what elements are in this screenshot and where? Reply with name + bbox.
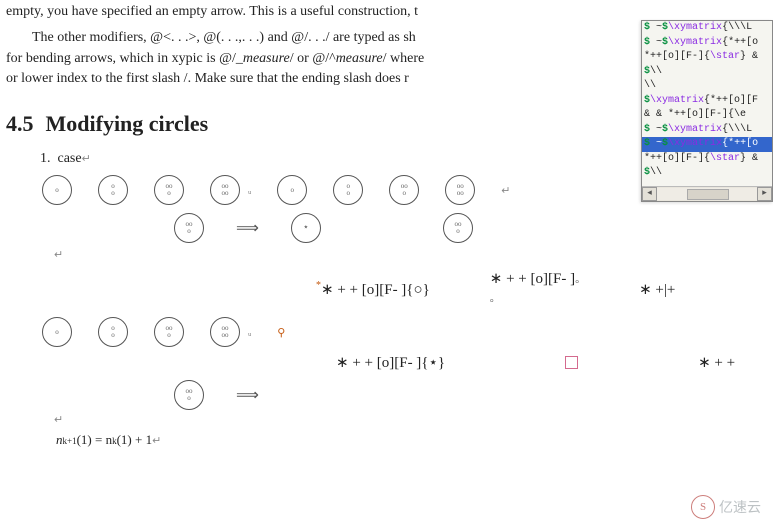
circle-glyph: ooo [174, 380, 204, 410]
code-preview-panel: $ ~$\xymatrix{\\\L$ ~$\xymatrix{*++[o*++… [641, 20, 773, 202]
circle-glyph: oooo [210, 175, 240, 205]
code-line: $ ~$\xymatrix{*++[o [642, 36, 772, 51]
circle-glyph [277, 175, 307, 205]
circle-glyph: ooo [154, 317, 184, 347]
circle-glyph: ooo [174, 213, 204, 243]
code-line: $ ~$\xymatrix{*++[o [642, 137, 772, 152]
code-line: $\\ [642, 166, 772, 181]
scroll-track[interactable] [657, 188, 757, 200]
section-number: 4.5 [6, 111, 34, 136]
scroll-right-icon[interactable]: ▸ [757, 187, 772, 201]
circle-glyph: oooo [210, 317, 240, 347]
circle-glyph: oo [333, 175, 363, 205]
return-icon: ↵ [54, 249, 63, 261]
double-arrow-icon: ⟹ [236, 218, 259, 238]
watermark-badge-icon: S [691, 495, 715, 519]
circle-glyph [42, 317, 72, 347]
code-line: \\ [642, 79, 772, 94]
circle-glyph: ⋆ [291, 213, 321, 243]
double-arrow-icon: ⟹ [236, 385, 259, 405]
code-line: $\xymatrix{*++[o][F [642, 94, 772, 109]
scroll-thumb[interactable] [687, 189, 729, 200]
return-icon: ↵ [501, 184, 510, 197]
circle-glyph [42, 175, 72, 205]
circle-row-2: ooo ⟹ ⋆ ooo [174, 213, 767, 243]
circle-glyph: oooo [445, 175, 475, 205]
return-icon: ↵ [152, 435, 161, 447]
circle-glyph: oo [98, 175, 128, 205]
scroll-left-icon[interactable]: ◂ [642, 187, 657, 201]
math-line-1: nk+1(1) = nk(1) + 1↵ [56, 432, 767, 448]
circle-glyph: oo [98, 317, 128, 347]
circle-row-3: oo ooo ooooᵤ ⚲ [42, 317, 767, 347]
code-line: $ ~$\xymatrix{\\\L [642, 21, 772, 36]
return-icon: ↵ [82, 153, 91, 165]
watermark-label: 亿速云 [719, 497, 761, 517]
section-title: Modifying circles [46, 111, 209, 136]
code-line: & & *++[o][F-]{\e [642, 108, 772, 123]
formula-row-1: *∗ + + [o][F- ]{○} ∗ + + [o][F- ]°° ∗ +|… [316, 269, 767, 309]
formula-row-2: ∗ + + [o][F- ]{⋆} ∗ + + [336, 353, 767, 372]
return-icon: ↵ [54, 414, 63, 426]
code-line: $ ~$\xymatrix{\\\L [642, 123, 772, 138]
orange-mark-icon: ⚲ [277, 326, 285, 339]
panel-horizontal-scrollbar[interactable]: ◂ ▸ [642, 186, 772, 201]
watermark-logo: S 亿速云 [691, 495, 761, 519]
circle-glyph: ooo [389, 175, 419, 205]
pink-square-icon [565, 356, 578, 369]
code-line: *++[o][F-]{\star} & [642, 50, 772, 65]
circle-glyph: ooo [154, 175, 184, 205]
code-line: $\\ [642, 65, 772, 80]
code-line: *++[o][F-]{\star} & [642, 152, 772, 167]
circle-glyph: ooo [443, 213, 473, 243]
circle-row-4: ooo ⟹ [174, 380, 767, 410]
